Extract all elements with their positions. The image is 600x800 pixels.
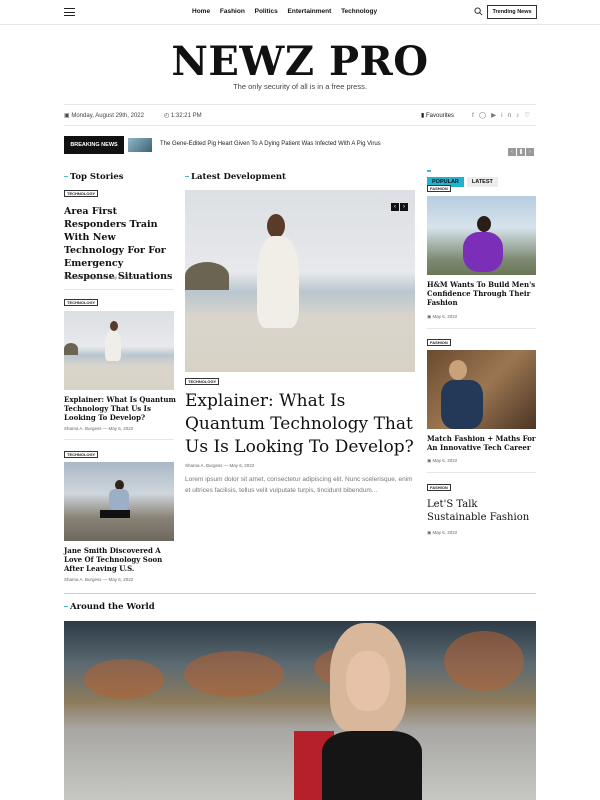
breaking-news-label: BREAKING NEWS xyxy=(64,136,124,154)
featured-title[interactable]: Explainer: What Is Quantum Technology Th… xyxy=(185,390,417,459)
current-date: ▣ Monday, August 29th, 2022 xyxy=(64,113,144,119)
breaking-news-bar: BREAKING NEWS The Gene-Edited Pig Heart … xyxy=(64,136,536,156)
latest-development-heading: Latest Development xyxy=(185,172,286,182)
sidebar-title[interactable]: H&M Wants To Build Men's Confidence Thro… xyxy=(427,280,539,307)
menu-item-fashion[interactable]: Fashion xyxy=(220,8,245,15)
story-image[interactable] xyxy=(64,311,174,390)
divider xyxy=(64,289,174,290)
story-title[interactable]: Area First Responders Train With New Tec… xyxy=(64,205,176,283)
top-stories-heading: Top Stories xyxy=(64,172,124,182)
menu-item-politics[interactable]: Politics xyxy=(255,8,278,15)
favourites-link[interactable]: ▮ Favourites xyxy=(421,112,454,119)
snapchat-icon[interactable]: ♡ xyxy=(524,112,535,119)
sidebar-image[interactable] xyxy=(427,350,536,429)
story-byline: Sharna A. Burgess — May 6, 2022 xyxy=(64,577,134,582)
chevron-right-icon[interactable]: › xyxy=(400,203,408,211)
divider xyxy=(427,328,536,329)
featured-slider-nav: ‹ › xyxy=(390,195,408,213)
prev-icon[interactable]: ‹ xyxy=(508,148,516,156)
featured-image[interactable]: ‹ › xyxy=(185,190,415,372)
breaking-news-thumbnail[interactable] xyxy=(128,138,152,152)
site-logo[interactable]: NEWZ PRO xyxy=(0,38,600,85)
youtube-icon[interactable]: ▶ xyxy=(491,112,501,119)
current-time: ◴ 1:32:21 PM xyxy=(164,113,202,119)
sidebar-tag[interactable]: FASHION xyxy=(427,339,451,346)
divider xyxy=(427,472,536,473)
menu-item-home[interactable]: Home xyxy=(192,8,210,15)
main-menu: Home Fashion Politics Entertainment Tech… xyxy=(192,8,385,15)
linkedin-icon[interactable]: in xyxy=(501,112,516,119)
divider xyxy=(64,439,174,440)
story-tag[interactable]: TECHNOLOGY xyxy=(64,451,99,458)
breaking-news-headline[interactable]: The Gene-Edited Pig Heart Given To A Dyi… xyxy=(160,141,381,147)
menu-item-technology[interactable]: Technology xyxy=(341,8,377,15)
bookmark-icon: ▮ xyxy=(421,113,425,119)
clock-icon: ◴ xyxy=(164,113,170,119)
hamburger-menu-icon[interactable] xyxy=(64,8,75,16)
story-title[interactable]: Explainer: What Is Quantum Technology Th… xyxy=(64,395,176,422)
story-tag[interactable]: TECHNOLOGY xyxy=(64,299,99,306)
social-links: f◯▶in♪♡ xyxy=(472,111,535,119)
top-nav: Home Fashion Politics Entertainment Tech… xyxy=(0,0,600,25)
menu-item-entertainment[interactable]: Entertainment xyxy=(288,8,332,15)
sidebar-tag[interactable]: FASHION xyxy=(427,185,451,192)
featured-tag[interactable]: TECHNOLOGY xyxy=(185,378,220,385)
sidebar-date: ▣ May 6, 2022 xyxy=(427,314,458,319)
story-image[interactable] xyxy=(64,462,174,541)
chevron-left-icon[interactable]: ‹ xyxy=(391,203,399,211)
breaking-news-controls: ‹ ❚ › xyxy=(508,140,535,158)
featured-byline: Sharna A. Burgess — May 6, 2022 xyxy=(185,463,255,468)
pause-icon[interactable]: ❚ xyxy=(517,148,525,156)
calendar-icon: ▣ xyxy=(64,113,70,119)
calendar-icon: ▣ xyxy=(427,314,432,319)
story-byline: Sharna A. Burgess — May 6, 2022 xyxy=(64,426,134,431)
trending-news-button[interactable]: Trending News xyxy=(487,5,537,19)
meta-bar: ▣ Monday, August 29th, 2022 ◴ 1:32:21 PM… xyxy=(64,104,536,126)
facebook-icon[interactable]: f xyxy=(472,112,479,119)
sidebar-title[interactable]: Match Fashion + Maths For An Innovative … xyxy=(427,434,539,452)
search-icon[interactable] xyxy=(474,7,483,16)
around-the-world-image[interactable] xyxy=(64,621,536,800)
sidebar-image[interactable] xyxy=(427,196,536,275)
sidebar-title[interactable]: Let'S Talk Sustainable Fashion xyxy=(427,498,539,524)
sidebar-tag[interactable]: FASHION xyxy=(427,484,451,491)
section-divider xyxy=(64,593,536,594)
around-the-world-heading: Around the World xyxy=(64,602,155,612)
story-tag[interactable]: TECHNOLOGY xyxy=(64,190,99,197)
next-icon[interactable]: › xyxy=(526,148,534,156)
sidebar-date: ▣ May 6, 2022 xyxy=(427,458,458,463)
instagram-icon[interactable]: ◯ xyxy=(479,112,491,119)
featured-excerpt: Lorem ipsum dolor sit amet, consectetur … xyxy=(185,476,413,494)
calendar-icon: ▣ xyxy=(427,530,432,535)
tab-latest[interactable]: LATEST xyxy=(466,177,498,187)
calendar-icon: ▣ xyxy=(427,458,432,463)
story-title[interactable]: Jane Smith Discovered A Love Of Technolo… xyxy=(64,546,176,573)
sidebar-date: ▣ May 6, 2022 xyxy=(427,530,458,535)
site-tagline: The only security of all is in a free pr… xyxy=(233,82,367,91)
story-byline: Sharna A. Burgess — May 6, 2022 xyxy=(64,275,134,280)
